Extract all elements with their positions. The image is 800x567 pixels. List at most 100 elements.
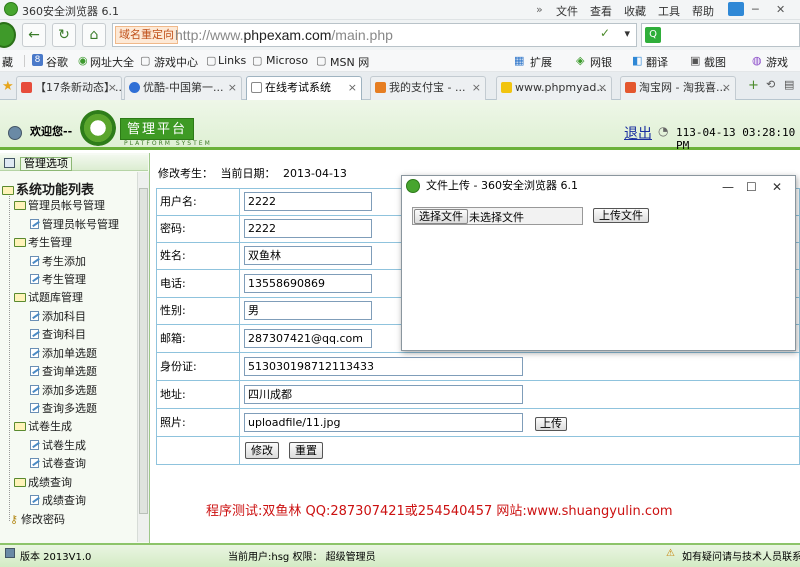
sidebar-item-query-single[interactable]: 查询单选题: [30, 363, 97, 379]
tab-youku[interactable]: 优酷-中国第一... ×: [124, 76, 242, 100]
sidebar-group-questions[interactable]: 试题库管理: [14, 289, 83, 305]
idcard-input[interactable]: 513030198712113433: [244, 357, 523, 376]
name-input[interactable]: 双鱼林: [244, 246, 372, 265]
email-input[interactable]: 287307421@qq.com: [244, 329, 372, 348]
popup-maximize-icon[interactable]: ☐: [746, 177, 757, 197]
sidebar-item-paper-generate[interactable]: 试卷生成: [30, 437, 86, 453]
tab-close-icon[interactable]: ×: [472, 77, 481, 99]
phone-input[interactable]: 13558690869: [244, 274, 372, 293]
sidebar-item-add-single[interactable]: 添加单选题: [30, 345, 97, 361]
bookmark-microsoft[interactable]: Microso: [266, 54, 308, 67]
sidebar-group-students[interactable]: 考生管理: [14, 234, 72, 250]
favorites-star-icon[interactable]: ★: [2, 79, 14, 94]
tab-close-icon[interactable]: ×: [348, 77, 357, 99]
sidebar-item-query-subject[interactable]: 查询科目: [30, 326, 86, 342]
tab-close-icon[interactable]: ×: [598, 77, 607, 99]
dropdown-chevron-icon[interactable]: ▾: [624, 27, 630, 40]
folder-icon: [14, 238, 26, 247]
date-value: 2013-04-13: [283, 167, 347, 180]
photo-upload-button[interactable]: 上传: [535, 417, 567, 431]
bookmark-star-icon[interactable]: ✓: [600, 26, 610, 40]
sidebar-group-scores[interactable]: 成绩查询: [14, 474, 72, 490]
bookmark-sites[interactable]: 网址大全: [90, 54, 134, 70]
back-icon[interactable]: ←: [22, 23, 46, 47]
restore-tab-icon[interactable]: ⟲: [766, 78, 775, 91]
upload-file-button[interactable]: 上传文件: [593, 208, 649, 223]
address-input[interactable]: 四川成都: [244, 385, 523, 404]
tab-exam-system[interactable]: 在线考试系统 ×: [246, 76, 362, 101]
minimize-icon[interactable]: ─: [752, 3, 759, 16]
sidebar-item-change-password[interactable]: ⚷ 修改密码: [10, 511, 65, 527]
choose-file-button[interactable]: 选择文件: [414, 209, 468, 224]
tab-taobao[interactable]: 淘宝网 - 淘我喜... ×: [620, 76, 736, 100]
page-icon: [30, 495, 39, 505]
photo-input[interactable]: uploadfile/11.jpg: [244, 413, 523, 432]
skin-icon[interactable]: [728, 2, 744, 16]
sidebar-group-papers[interactable]: 试卷生成: [14, 418, 72, 434]
sidebar-item-score-query[interactable]: 成绩查询: [30, 492, 86, 508]
tab-close-icon[interactable]: ×: [722, 77, 731, 99]
toolbar-games[interactable]: 游戏: [766, 54, 788, 70]
scrollbar-thumb[interactable]: [139, 188, 148, 514]
username-input[interactable]: 2222: [244, 192, 372, 211]
close-window-icon[interactable]: ✕: [776, 3, 785, 16]
file-chooser[interactable]: 选择文件 未选择文件: [412, 207, 583, 225]
tab-close-icon[interactable]: ×: [108, 77, 117, 99]
gender-input[interactable]: 男: [244, 301, 372, 320]
edit-title: 修改考生： 当前日期： 2013-04-13: [158, 165, 347, 181]
sidebar-item-student-add[interactable]: 考生添加: [30, 253, 86, 269]
tab-phpmyadmin[interactable]: www.phpmyad... ×: [496, 76, 612, 100]
page-icon: [30, 311, 39, 321]
menu-favorites[interactable]: 收藏: [624, 3, 646, 19]
home-icon[interactable]: ⌂: [82, 23, 106, 47]
refresh-icon[interactable]: ↻: [52, 23, 76, 47]
toolbar-screenshot[interactable]: 截图: [704, 54, 726, 70]
bookmark-games[interactable]: 游戏中心: [154, 54, 198, 70]
menu-view[interactable]: 查看: [590, 3, 612, 19]
address-bar[interactable]: 域名重定向 http://www.phpexam.com/main.php ✓ …: [112, 23, 637, 47]
search-input[interactable]: Q: [641, 23, 800, 47]
password-input[interactable]: 2222: [244, 219, 372, 238]
bookmark-fav[interactable]: 藏: [2, 54, 13, 70]
sidebar-item-student-manage[interactable]: 考生管理: [30, 271, 86, 287]
logout-link[interactable]: 退出: [624, 123, 652, 143]
popup-minimize-icon[interactable]: —: [722, 177, 734, 197]
new-tab-icon[interactable]: +: [748, 78, 759, 93]
sidebar-item-admin-manage[interactable]: 管理员帐号管理: [30, 216, 119, 232]
home-logo-icon[interactable]: [0, 22, 16, 48]
menu-tools[interactable]: 工具: [658, 3, 680, 19]
field-label: 地址:: [157, 381, 240, 408]
sidebar-item-add-subject[interactable]: 添加科目: [30, 308, 86, 324]
sidebar-group-label: 试卷生成: [28, 420, 72, 433]
admin-options-button[interactable]: 管理选项: [20, 157, 72, 171]
menu-help[interactable]: 帮助: [692, 3, 714, 19]
menu-chevron-icon[interactable]: »: [536, 3, 543, 16]
modify-button[interactable]: 修改: [245, 442, 279, 459]
tab-dynamics[interactable]: 【17条新动态】... ×: [16, 76, 122, 100]
bookmark-links[interactable]: Links: [218, 54, 246, 67]
sidebar-item-label: 管理员帐号管理: [42, 218, 119, 231]
tab-label: 淘宝网 - 淘我喜...: [639, 81, 727, 94]
sidebar-group-admin[interactable]: 管理员帐号管理: [14, 197, 105, 213]
toolbar-extensions[interactable]: 扩展: [530, 54, 552, 70]
tab-favicon-icon: [251, 82, 262, 93]
sidebar-item-paper-query[interactable]: 试卷查询: [30, 455, 86, 471]
tab-alipay[interactable]: 我的支付宝 - ... ×: [370, 76, 486, 100]
menu-file[interactable]: 文件: [556, 3, 578, 19]
browser-title-bar: 360安全浏览器 6.1 » 文件 查看 收藏 工具 帮助 ─ ✕: [0, 0, 800, 20]
popup-close-icon[interactable]: ✕: [772, 177, 782, 197]
bookmark-google[interactable]: 谷歌: [46, 54, 68, 70]
tab-close-icon[interactable]: ×: [228, 77, 237, 99]
sidebar-item-add-multi[interactable]: 添加多选题: [30, 382, 97, 398]
sidebar-item-query-multi[interactable]: 查询多选题: [30, 400, 97, 416]
field-label: 邮箱:: [157, 325, 240, 352]
tab-list-icon[interactable]: ▤: [784, 78, 794, 91]
tab-favicon-icon: [501, 82, 512, 93]
sidebar-scrollbar[interactable]: [137, 172, 149, 542]
bookmark-msn[interactable]: MSN 网: [330, 54, 369, 70]
toolbar-bank[interactable]: 网银: [590, 54, 612, 70]
sidebar-item-label: 试卷查询: [42, 457, 86, 470]
toolbar-translate[interactable]: 翻译: [646, 54, 668, 70]
reset-button[interactable]: 重置: [289, 442, 323, 459]
upload-popup-window: 文件上传 - 360安全浏览器 6.1 — ☐ ✕ 选择文件 未选择文件 上传文…: [401, 175, 796, 351]
